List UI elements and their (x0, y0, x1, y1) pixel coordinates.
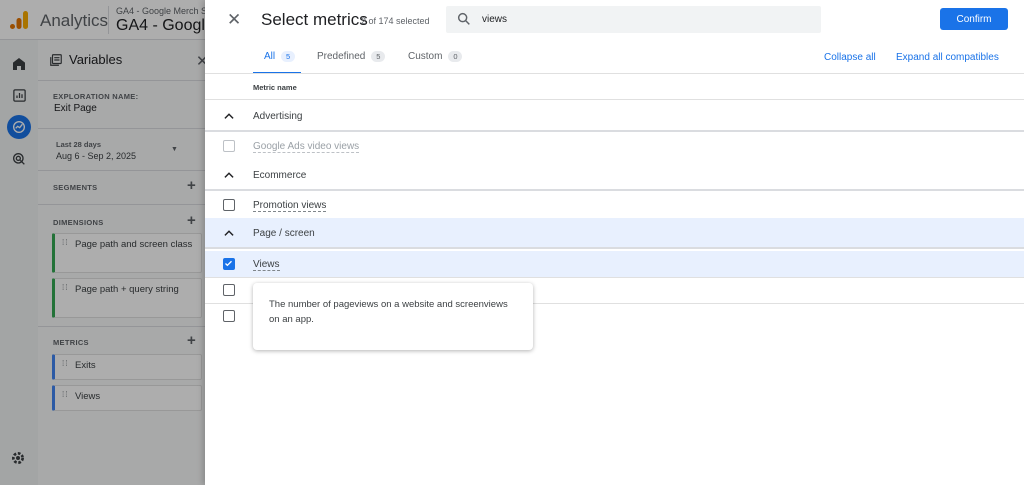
category-label: Page / screen (253, 228, 315, 239)
category-label: Advertising (253, 111, 303, 122)
search-icon (457, 12, 470, 25)
metric-row: Google Ads video views (205, 133, 1024, 160)
collapse-all-link[interactable]: Collapse all (824, 52, 876, 63)
metric-label[interactable]: Promotion views (253, 200, 327, 212)
chevron-up-icon[interactable] (222, 226, 236, 240)
metric-checkbox[interactable] (223, 199, 235, 211)
tab-all[interactable]: All 5 (264, 51, 296, 62)
close-icon[interactable]: ✕ (227, 10, 241, 30)
metric-label[interactable]: Views (253, 259, 280, 271)
metric-label[interactable]: Google Ads video views (253, 141, 360, 153)
tab-label: Predefined (317, 51, 366, 62)
selected-count: 2 of 174 selected (361, 16, 430, 26)
chevron-up-icon[interactable] (222, 109, 236, 123)
metric-description-tooltip: The number of pageviews on a website and… (253, 283, 533, 350)
category-row-ecommerce[interactable]: Ecommerce (205, 160, 1024, 191)
metric-checkbox[interactable] (223, 140, 235, 152)
tab-count-badge: 0 (448, 51, 463, 62)
modal-scrim[interactable] (0, 0, 205, 485)
select-metrics-dialog: ✕ Select metrics 2 of 174 selected Confi… (205, 0, 1024, 485)
confirm-button[interactable]: Confirm (940, 8, 1008, 30)
category-label: Ecommerce (253, 170, 307, 181)
check-icon (225, 260, 232, 267)
column-header-metric-name: Metric name (253, 83, 297, 92)
metric-checkbox[interactable] (223, 284, 235, 296)
expand-all-compatibles-link[interactable]: Expand all compatibles (896, 52, 999, 63)
divider (205, 99, 1024, 100)
tab-label: All (264, 51, 276, 62)
tab-custom[interactable]: Custom 0 (408, 51, 463, 62)
category-row-advertising[interactable]: Advertising (205, 101, 1024, 132)
tab-predefined[interactable]: Predefined 5 (317, 51, 386, 62)
chevron-up-icon[interactable] (222, 168, 236, 182)
search-box[interactable] (446, 6, 821, 33)
dialog-title: Select metrics (261, 10, 368, 29)
metric-checkbox[interactable] (223, 310, 235, 322)
metric-row: Promotion views (205, 192, 1024, 219)
metric-row: Views (205, 251, 1024, 278)
tab-count-badge: 5 (371, 51, 386, 62)
tab-label: Custom (408, 51, 443, 62)
category-row-page-screen[interactable]: Page / screen (205, 218, 1024, 249)
metric-checkbox[interactable] (223, 258, 235, 270)
tab-count-badge: 5 (281, 51, 296, 62)
search-input[interactable] (482, 10, 802, 29)
divider (205, 73, 1024, 74)
